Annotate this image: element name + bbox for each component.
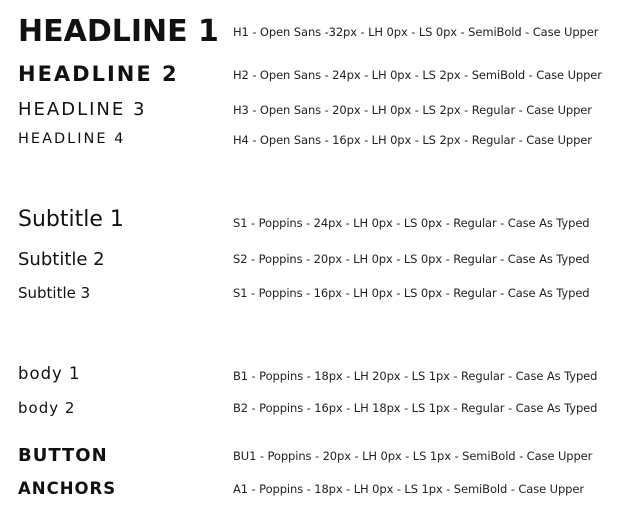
body-1-sample: body 1 <box>18 364 81 383</box>
body-2-spec: B2 - Poppins - 16px - LH 18px - LS 1px -… <box>233 401 598 415</box>
body-2-sample: body 2 <box>18 399 76 417</box>
anchors-sample: ANCHORS <box>18 479 117 498</box>
headline-2-sample: HEADLINE 2 <box>18 62 179 86</box>
subtitle-2-spec: S2 - Poppins - 20px - LH 0px - LS 0px - … <box>233 252 590 266</box>
anchors-spec: A1 - Poppins - 18px - LH 0px - LS 1px - … <box>233 482 584 496</box>
headline-4-sample: HEADLINE 4 <box>18 131 126 147</box>
headline-2-spec: H2 - Open Sans - 24px - LH 0px - LS 2px … <box>233 68 602 82</box>
headline-1-spec: H1 - Open Sans -32px - LH 0px - LS 0px -… <box>233 25 599 39</box>
subtitle-1-sample: Subtitle 1 <box>18 207 124 232</box>
headline-3-sample: HEADLINE 3 <box>18 99 147 120</box>
button-spec: BU1 - Poppins - 20px - LH 0px - LS 1px -… <box>233 449 593 463</box>
headline-3-spec: H3 - Open Sans - 20px - LH 0px - LS 2px … <box>233 103 592 117</box>
headline-1-sample: HEADLINE 1 <box>18 14 219 49</box>
subtitle-1-spec: S1 - Poppins - 24px - LH 0px - LS 0px - … <box>233 216 590 230</box>
subtitle-3-spec: S1 - Poppins - 16px - LH 0px - LS 0px - … <box>233 286 590 300</box>
button-sample: BUTTON <box>18 445 108 466</box>
body-1-spec: B1 - Poppins - 18px - LH 20px - LS 1px -… <box>233 369 598 383</box>
subtitle-3-sample: Subtitle 3 <box>18 284 91 302</box>
subtitle-2-sample: Subtitle 2 <box>18 249 105 270</box>
headline-4-spec: H4 - Open Sans - 16px - LH 0px - LS 2px … <box>233 133 592 147</box>
